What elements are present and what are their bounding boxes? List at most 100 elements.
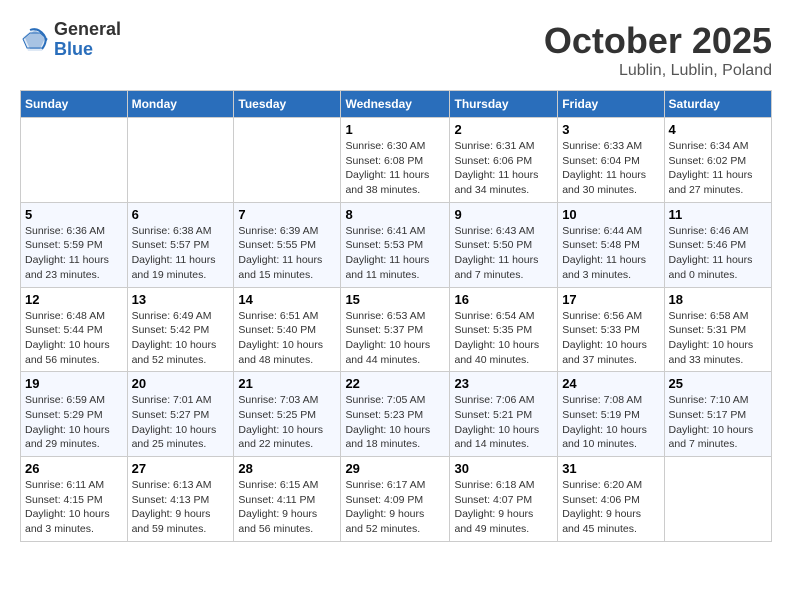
day-number: 21 bbox=[238, 376, 336, 391]
day-info: Sunrise: 6:49 AM Sunset: 5:42 PM Dayligh… bbox=[132, 309, 230, 368]
day-info: Sunrise: 6:56 AM Sunset: 5:33 PM Dayligh… bbox=[562, 309, 659, 368]
calendar-cell: 9 Sunrise: 6:43 AM Sunset: 5:50 PM Daylig… bbox=[450, 202, 558, 287]
day-number: 11 bbox=[669, 207, 767, 222]
calendar-cell: 27 Sunrise: 6:13 AM Sunset: 4:13 PM Dayli… bbox=[127, 457, 234, 542]
day-number: 24 bbox=[562, 376, 659, 391]
logo-icon bbox=[20, 25, 50, 55]
day-info: Sunrise: 7:05 AM Sunset: 5:23 PM Dayligh… bbox=[345, 393, 445, 452]
calendar-week-4: 19 Sunrise: 6:59 AM Sunset: 5:29 PM Dayli… bbox=[21, 372, 772, 457]
location-title: Lublin, Lublin, Poland bbox=[544, 62, 772, 80]
day-info: Sunrise: 6:13 AM Sunset: 4:13 PM Dayligh… bbox=[132, 478, 230, 537]
calendar-cell: 3 Sunrise: 6:33 AM Sunset: 6:04 PM Daylig… bbox=[558, 118, 664, 203]
day-number: 27 bbox=[132, 461, 230, 476]
day-info: Sunrise: 6:58 AM Sunset: 5:31 PM Dayligh… bbox=[669, 309, 767, 368]
logo-blue: Blue bbox=[54, 40, 121, 60]
day-number: 19 bbox=[25, 376, 123, 391]
calendar-cell: 4 Sunrise: 6:34 AM Sunset: 6:02 PM Daylig… bbox=[664, 118, 771, 203]
calendar-cell bbox=[234, 118, 341, 203]
calendar-cell: 20 Sunrise: 7:01 AM Sunset: 5:27 PM Dayli… bbox=[127, 372, 234, 457]
calendar-cell: 1 Sunrise: 6:30 AM Sunset: 6:08 PM Daylig… bbox=[341, 118, 450, 203]
weekday-header-sunday: Sunday bbox=[21, 91, 128, 118]
day-number: 25 bbox=[669, 376, 767, 391]
calendar-cell: 16 Sunrise: 6:54 AM Sunset: 5:35 PM Dayli… bbox=[450, 287, 558, 372]
day-number: 31 bbox=[562, 461, 659, 476]
day-number: 28 bbox=[238, 461, 336, 476]
day-info: Sunrise: 7:01 AM Sunset: 5:27 PM Dayligh… bbox=[132, 393, 230, 452]
day-number: 22 bbox=[345, 376, 445, 391]
day-number: 17 bbox=[562, 292, 659, 307]
day-info: Sunrise: 6:43 AM Sunset: 5:50 PM Dayligh… bbox=[454, 224, 553, 283]
day-number: 16 bbox=[454, 292, 553, 307]
calendar-cell: 31Sunrise: 6:20 AM Sunset: 4:06 PM Dayli… bbox=[558, 457, 664, 542]
day-number: 6 bbox=[132, 207, 230, 222]
day-number: 1 bbox=[345, 122, 445, 137]
title-block: October 2025 Lublin, Lublin, Poland bbox=[544, 20, 772, 80]
month-title: October 2025 bbox=[544, 20, 772, 62]
day-number: 26 bbox=[25, 461, 123, 476]
day-number: 4 bbox=[669, 122, 767, 137]
calendar-cell: 10 Sunrise: 6:44 AM Sunset: 5:48 PM Dayli… bbox=[558, 202, 664, 287]
day-info: Sunrise: 6:41 AM Sunset: 5:53 PM Dayligh… bbox=[345, 224, 445, 283]
day-number: 14 bbox=[238, 292, 336, 307]
weekday-header-monday: Monday bbox=[127, 91, 234, 118]
weekday-header-friday: Friday bbox=[558, 91, 664, 118]
day-number: 8 bbox=[345, 207, 445, 222]
calendar-cell bbox=[21, 118, 128, 203]
day-info: Sunrise: 6:38 AM Sunset: 5:57 PM Dayligh… bbox=[132, 224, 230, 283]
day-number: 2 bbox=[454, 122, 553, 137]
calendar-cell: 29 Sunrise: 6:17 AM Sunset: 4:09 PM Dayli… bbox=[341, 457, 450, 542]
day-number: 18 bbox=[669, 292, 767, 307]
weekday-header-row: SundayMondayTuesdayWednesdayThursdayFrid… bbox=[21, 91, 772, 118]
calendar-cell: 28Sunrise: 6:15 AM Sunset: 4:11 PM Dayli… bbox=[234, 457, 341, 542]
logo-general: General bbox=[54, 20, 121, 40]
calendar-cell: 21 Sunrise: 7:03 AM Sunset: 5:25 PM Dayli… bbox=[234, 372, 341, 457]
day-number: 12 bbox=[25, 292, 123, 307]
calendar-cell: 18 Sunrise: 6:58 AM Sunset: 5:31 PM Dayli… bbox=[664, 287, 771, 372]
calendar-cell: 25 Sunrise: 7:10 AM Sunset: 5:17 PM Dayli… bbox=[664, 372, 771, 457]
day-info: Sunrise: 6:48 AM Sunset: 5:44 PM Dayligh… bbox=[25, 309, 123, 368]
day-info: Sunrise: 6:53 AM Sunset: 5:37 PM Dayligh… bbox=[345, 309, 445, 368]
calendar-week-2: 5 Sunrise: 6:36 AM Sunset: 5:59 PM Daylig… bbox=[21, 202, 772, 287]
calendar-cell: 24Sunrise: 7:08 AM Sunset: 5:19 PM Dayli… bbox=[558, 372, 664, 457]
calendar-cell: 5 Sunrise: 6:36 AM Sunset: 5:59 PM Daylig… bbox=[21, 202, 128, 287]
day-info: Sunrise: 6:31 AM Sunset: 6:06 PM Dayligh… bbox=[454, 139, 553, 198]
calendar-cell: 23Sunrise: 7:06 AM Sunset: 5:21 PM Dayli… bbox=[450, 372, 558, 457]
day-number: 13 bbox=[132, 292, 230, 307]
calendar-cell bbox=[664, 457, 771, 542]
day-number: 9 bbox=[454, 207, 553, 222]
day-info: Sunrise: 6:34 AM Sunset: 6:02 PM Dayligh… bbox=[669, 139, 767, 198]
day-info: Sunrise: 6:59 AM Sunset: 5:29 PM Dayligh… bbox=[25, 393, 123, 452]
day-info: Sunrise: 7:03 AM Sunset: 5:25 PM Dayligh… bbox=[238, 393, 336, 452]
logo-text: General Blue bbox=[54, 20, 121, 60]
day-number: 29 bbox=[345, 461, 445, 476]
day-info: Sunrise: 6:18 AM Sunset: 4:07 PM Dayligh… bbox=[454, 478, 553, 537]
day-number: 5 bbox=[25, 207, 123, 222]
calendar-cell: 26 Sunrise: 6:11 AM Sunset: 4:15 PM Dayli… bbox=[21, 457, 128, 542]
day-number: 30 bbox=[454, 461, 553, 476]
day-info: Sunrise: 6:51 AM Sunset: 5:40 PM Dayligh… bbox=[238, 309, 336, 368]
day-number: 7 bbox=[238, 207, 336, 222]
calendar-cell: 11 Sunrise: 6:46 AM Sunset: 5:46 PM Dayli… bbox=[664, 202, 771, 287]
day-info: Sunrise: 6:44 AM Sunset: 5:48 PM Dayligh… bbox=[562, 224, 659, 283]
day-number: 10 bbox=[562, 207, 659, 222]
day-info: Sunrise: 7:10 AM Sunset: 5:17 PM Dayligh… bbox=[669, 393, 767, 452]
day-number: 20 bbox=[132, 376, 230, 391]
day-info: Sunrise: 6:33 AM Sunset: 6:04 PM Dayligh… bbox=[562, 139, 659, 198]
day-info: Sunrise: 6:54 AM Sunset: 5:35 PM Dayligh… bbox=[454, 309, 553, 368]
calendar-cell: 15Sunrise: 6:53 AM Sunset: 5:37 PM Dayli… bbox=[341, 287, 450, 372]
day-info: Sunrise: 6:46 AM Sunset: 5:46 PM Dayligh… bbox=[669, 224, 767, 283]
calendar-table: SundayMondayTuesdayWednesdayThursdayFrid… bbox=[20, 90, 772, 542]
calendar-cell: 2 Sunrise: 6:31 AM Sunset: 6:06 PM Daylig… bbox=[450, 118, 558, 203]
day-number: 3 bbox=[562, 122, 659, 137]
day-info: Sunrise: 6:36 AM Sunset: 5:59 PM Dayligh… bbox=[25, 224, 123, 283]
day-info: Sunrise: 6:17 AM Sunset: 4:09 PM Dayligh… bbox=[345, 478, 445, 537]
day-info: Sunrise: 6:11 AM Sunset: 4:15 PM Dayligh… bbox=[25, 478, 123, 537]
weekday-header-tuesday: Tuesday bbox=[234, 91, 341, 118]
day-info: Sunrise: 6:30 AM Sunset: 6:08 PM Dayligh… bbox=[345, 139, 445, 198]
calendar-week-1: 1 Sunrise: 6:30 AM Sunset: 6:08 PM Daylig… bbox=[21, 118, 772, 203]
calendar-cell: 13 Sunrise: 6:49 AM Sunset: 5:42 PM Dayli… bbox=[127, 287, 234, 372]
page-header: General Blue October 2025 Lublin, Lublin… bbox=[20, 20, 772, 80]
calendar-cell: 12 Sunrise: 6:48 AM Sunset: 5:44 PM Dayli… bbox=[21, 287, 128, 372]
calendar-week-5: 26 Sunrise: 6:11 AM Sunset: 4:15 PM Dayli… bbox=[21, 457, 772, 542]
calendar-cell: 7Sunrise: 6:39 AM Sunset: 5:55 PM Daylig… bbox=[234, 202, 341, 287]
